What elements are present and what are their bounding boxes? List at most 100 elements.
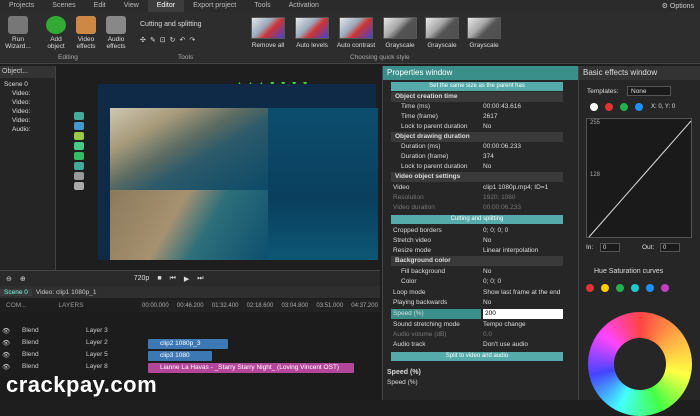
speed-input[interactable]: 200: [483, 309, 563, 319]
stretch-value[interactable]: No: [483, 236, 491, 246]
channel-dot[interactable]: [605, 103, 613, 111]
channel-dot[interactable]: [590, 103, 598, 111]
parent-size-button[interactable]: Set the same size as the parent has: [391, 82, 563, 91]
video-effects-button[interactable]: Video effects: [72, 16, 100, 50]
layer-row[interactable]: 👁 Blend Layer 2: [0, 339, 145, 350]
video-frame-island[interactable]: [110, 190, 268, 260]
time-frame-value[interactable]: 2617: [483, 112, 497, 122]
timeline-ruler[interactable]: 00:00.000 00:46.200 01:32.400 02:18.600 …: [140, 300, 380, 312]
sound-stretch-value[interactable]: Tempo change: [483, 320, 526, 330]
ellipse-tool-icon[interactable]: [74, 152, 84, 160]
hue-dot[interactable]: [661, 284, 669, 292]
tab-video[interactable]: Video: clip1 1080p_1: [32, 289, 101, 296]
run-wizard-button[interactable]: Run Wizard...: [4, 16, 32, 50]
section-creation[interactable]: Object creation time: [391, 92, 563, 102]
in-input[interactable]: 0: [600, 243, 620, 252]
image-tool-icon[interactable]: [74, 122, 84, 130]
eye-icon[interactable]: 👁: [2, 363, 10, 371]
tree-item[interactable]: Audio:: [4, 125, 51, 134]
video-file-value[interactable]: clip1 1080p.mp4; ID=1: [483, 183, 548, 193]
quick-style-thumb[interactable]: [251, 17, 285, 39]
menu-export[interactable]: Export project: [184, 0, 245, 12]
quick-style-thumb[interactable]: [383, 17, 417, 39]
duration-frame-value[interactable]: 374: [483, 152, 494, 162]
undo-icon[interactable]: ↶: [180, 36, 186, 46]
cursor-icon[interactable]: ✣: [140, 36, 146, 46]
text-icon[interactable]: [74, 172, 84, 180]
chart-icon[interactable]: [74, 182, 84, 190]
cropped-value[interactable]: 0; 0; 0; 0: [483, 226, 508, 236]
timeline-clip[interactable]: clip3 1080: [148, 351, 212, 361]
tree-item[interactable]: Video:: [4, 107, 51, 116]
channel-dot[interactable]: [620, 103, 628, 111]
backwards-value[interactable]: No: [483, 298, 491, 308]
quick-style-thumb[interactable]: [425, 17, 459, 39]
color-value[interactable]: 0; 0; 0: [483, 277, 501, 287]
lock-parent-value[interactable]: No: [483, 162, 491, 172]
duration-ms-value[interactable]: 00:00:06.233: [483, 142, 521, 152]
out-input[interactable]: 0: [660, 243, 680, 252]
cutting-splitting-button[interactable]: Cutting and splitting: [391, 215, 563, 224]
layer-row[interactable]: 👁 Blend Layer 5: [0, 351, 145, 362]
rotate-icon[interactable]: ↻: [170, 36, 176, 46]
audio-clip[interactable]: Lianne La Havas - _Starry Starry Night_ …: [148, 363, 354, 373]
text-tool-icon[interactable]: [74, 112, 84, 120]
play-icon[interactable]: ▶: [184, 275, 189, 283]
audio-track-value[interactable]: Don't use audio: [483, 340, 528, 350]
zoom-in-icon[interactable]: ⊕: [20, 275, 26, 283]
eye-icon[interactable]: 👁: [2, 351, 10, 359]
quick-style-thumb[interactable]: [295, 17, 329, 39]
hue-dot[interactable]: [631, 284, 639, 292]
add-object-button[interactable]: Add object: [42, 16, 70, 50]
loop-mode-value[interactable]: Show last frame at the end: [483, 288, 560, 298]
split-audio-button[interactable]: Split to video and audio: [391, 352, 563, 361]
hue-dot[interactable]: [616, 284, 624, 292]
redo-icon[interactable]: ↷: [189, 36, 195, 46]
eye-icon[interactable]: 👁: [2, 339, 10, 347]
menu-edit[interactable]: Edit: [85, 0, 115, 12]
menu-tools[interactable]: Tools: [245, 0, 279, 12]
scene-node[interactable]: Scene 0: [4, 80, 51, 89]
tab-scene[interactable]: Scene 0: [0, 288, 32, 296]
pen-icon[interactable]: ✎: [150, 36, 156, 46]
layer-row[interactable]: 👁 Blend Layer 3: [0, 327, 145, 338]
section-background[interactable]: Background color: [391, 256, 563, 266]
resize-mode-value[interactable]: Linear interpolation: [483, 246, 538, 256]
menu-view[interactable]: View: [115, 0, 148, 12]
menu-activation[interactable]: Activation: [280, 0, 328, 12]
lock-parent-value[interactable]: No: [483, 122, 491, 132]
video-frame-coast[interactable]: [110, 108, 268, 190]
video-frame-sea[interactable]: [268, 108, 378, 260]
fill-background-value[interactable]: No: [483, 267, 491, 277]
next-icon[interactable]: ⏭: [197, 275, 203, 283]
prev-icon[interactable]: ⏮: [170, 275, 176, 283]
zoom-out-icon[interactable]: ⊖: [6, 275, 12, 283]
options-button[interactable]: ⚙ Options: [662, 2, 700, 10]
hue-dot[interactable]: [646, 284, 654, 292]
zoom-select[interactable]: 720p: [134, 275, 150, 282]
shape-tool-icon[interactable]: [74, 132, 84, 140]
menu-projects[interactable]: Projects: [0, 0, 43, 12]
hue-dot[interactable]: [601, 284, 609, 292]
line-tool-icon[interactable]: [74, 142, 84, 150]
hue-dot[interactable]: [586, 284, 594, 292]
audio-effects-button[interactable]: Audio effects: [102, 16, 130, 50]
menu-editor[interactable]: Editor: [147, 0, 185, 12]
quick-style-thumb[interactable]: [467, 17, 501, 39]
templates-select[interactable]: None: [627, 86, 671, 96]
menu-scenes[interactable]: Scenes: [43, 0, 84, 12]
section-drawing[interactable]: Object drawing duration: [391, 132, 563, 142]
time-ms-value[interactable]: 00:00:43.616: [483, 102, 521, 112]
eye-icon[interactable]: 👁: [2, 327, 10, 335]
quick-style-thumb[interactable]: [339, 17, 373, 39]
timeline-clip[interactable]: clip2 1080p_3: [148, 339, 228, 349]
levels-curve[interactable]: [586, 118, 692, 238]
tree-item[interactable]: Video:: [4, 98, 51, 107]
crop-icon[interactable]: ⊡: [160, 36, 166, 46]
stop-icon[interactable]: ■: [157, 275, 161, 282]
rect-tool-icon[interactable]: [74, 162, 84, 170]
tree-item[interactable]: Video:: [4, 89, 51, 98]
section-video[interactable]: Video object settings: [391, 172, 563, 182]
channel-dot[interactable]: [635, 103, 643, 111]
tree-item[interactable]: Video:: [4, 116, 51, 125]
